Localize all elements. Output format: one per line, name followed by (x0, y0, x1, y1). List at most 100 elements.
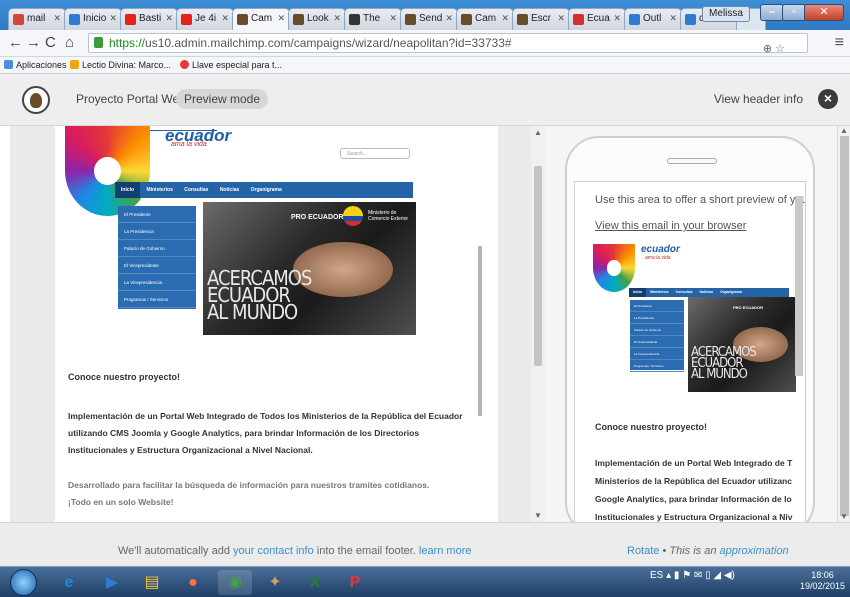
clock-time: 18:06 (811, 570, 834, 580)
tab-close-icon[interactable]: ✕ (165, 13, 173, 24)
side-menu-item: La Vicepresidencia (118, 274, 196, 291)
browser-tab[interactable]: Cam ✕ (232, 8, 290, 31)
reload-icon[interactable]: C (45, 35, 56, 51)
tab-favicon-icon (461, 14, 472, 25)
desktop-scrollbar[interactable]: ▲ ▼ (531, 126, 545, 522)
browser-tab[interactable]: mail ✕ (8, 8, 66, 30)
firefox-icon[interactable]: ● (176, 570, 210, 595)
home-icon[interactable]: ⌂ (65, 35, 74, 51)
nav-item: Inicio (629, 288, 647, 297)
scroll-down-icon[interactable]: ▼ (534, 511, 542, 520)
tab-label: Cam (251, 13, 273, 24)
tab-label: Outl (643, 13, 662, 24)
internet-explorer-icon[interactable]: e (52, 570, 86, 595)
learn-more-link[interactable]: learn more (419, 545, 472, 557)
contact-info-link[interactable]: your contact info (233, 545, 314, 557)
start-button[interactable] (10, 569, 37, 596)
file-explorer-icon[interactable]: ▤ (135, 570, 169, 595)
footer-text: into the email footer. (313, 545, 419, 557)
tab-close-icon[interactable]: ✕ (557, 13, 565, 24)
view-header-info-link[interactable]: View header info (714, 92, 803, 106)
browser-tab[interactable]: Ecua ✕ (568, 8, 626, 30)
tray-icons[interactable]: ▴ ▮ ⚑ ✉ ▯ ◢ ◀) (666, 570, 735, 581)
tab-favicon-icon (517, 14, 528, 25)
browser-tab[interactable]: Look ✕ (288, 8, 346, 30)
back-icon[interactable]: ← (8, 35, 23, 51)
email-paragraph-line: Ministerios de la República del Ecuador … (595, 476, 792, 486)
campaign-name: Proyecto Portal Web (76, 92, 186, 106)
bookmark-lectio[interactable]: Lectio Divina: Marco... (70, 57, 171, 73)
address-bar[interactable]: https://us10.admin.mailchimp.com/campaig… (88, 33, 808, 55)
clock[interactable]: 18:06 19/02/2015 (800, 570, 845, 592)
tab-close-icon[interactable]: ✕ (53, 13, 61, 24)
email-scrollbar[interactable] (478, 246, 482, 416)
close-window-button[interactable]: ✕ (804, 4, 844, 21)
browser-tab[interactable]: Basti ✕ (120, 8, 178, 30)
tab-favicon-icon (69, 14, 80, 25)
browser-tab[interactable]: Cam ✕ (456, 8, 514, 30)
tab-close-icon[interactable]: ✕ (109, 13, 117, 24)
nav-item: Organigrama (250, 187, 282, 193)
email-paragraph-line: Institucionales y Estructura Organizacio… (595, 512, 793, 522)
scroll-down-icon[interactable]: ▼ (840, 512, 848, 521)
banner-ministry: Ministerio de Comercio Exterior (368, 210, 409, 222)
scroll-up-icon[interactable]: ▲ (534, 128, 542, 137)
mobile-scrollbar[interactable] (795, 196, 803, 376)
tab-favicon-icon (685, 14, 696, 25)
browser-tab[interactable]: Je 4i ✕ (176, 8, 234, 30)
tab-close-icon[interactable]: ✕ (445, 13, 453, 24)
side-menu-item: El Presidente (630, 300, 684, 312)
excel-icon[interactable]: X (298, 570, 332, 595)
scrollbar-thumb[interactable] (840, 136, 849, 516)
rotate-link[interactable]: Rotate (627, 545, 659, 557)
tab-close-icon[interactable]: ✕ (333, 13, 341, 24)
nav-item: Ministerios (650, 290, 669, 294)
bookmark-llave[interactable]: Llave especial para t... (180, 57, 282, 73)
tab-close-icon[interactable]: ✕ (221, 13, 229, 24)
browser-tab[interactable]: The ✕ (344, 8, 402, 30)
apps-icon (4, 60, 13, 69)
scrollbar-thumb[interactable] (534, 166, 542, 366)
minimize-button[interactable]: – (760, 4, 784, 21)
tab-label: Send (419, 13, 443, 24)
media-player-icon[interactable]: ▶ (95, 570, 129, 595)
menu-icon[interactable]: ≡ (835, 34, 844, 52)
email-paragraph-3: ¡Todo en un solo Website! (68, 497, 174, 507)
approximation-link[interactable]: approximation (720, 545, 789, 557)
powerpoint-icon[interactable]: P (338, 570, 372, 595)
tab-close-icon[interactable]: ✕ (501, 13, 509, 24)
phone-frame: Use this area to offer a short preview o… (565, 136, 815, 541)
page-scrollbar[interactable]: ▲ ▼ (837, 126, 850, 522)
site-side-menu: El Presidente La Presidencia Palacio de … (630, 300, 684, 372)
banner-slogan: ACERCAMOS ECUADOR AL MUNDO (207, 268, 312, 322)
bookmark-label: Aplicaciones (16, 60, 67, 70)
tab-label: Inicio (83, 13, 107, 24)
tab-close-icon[interactable]: ✕ (613, 13, 621, 24)
maximize-button[interactable]: ▫ (782, 4, 806, 21)
bookmark-apps[interactable]: Aplicaciones (4, 57, 67, 73)
preheader-text: Use this area to offer a short preview o… (595, 194, 806, 206)
site-title: ecuador (641, 244, 680, 255)
browser-tab[interactable]: Outl ✕ (624, 8, 682, 30)
chrome-icon[interactable]: ◉ (218, 570, 252, 595)
forward-icon[interactable]: → (26, 35, 41, 51)
language-indicator[interactable]: ES (650, 570, 663, 581)
tab-close-icon[interactable]: ✕ (389, 13, 397, 24)
paint-icon[interactable]: ✦ (258, 570, 292, 595)
tab-close-icon[interactable]: ✕ (669, 13, 677, 24)
zoom-icon[interactable]: ⊕ ☆ (763, 40, 785, 58)
ecuador-logo-icon (593, 244, 635, 292)
banner-org: PRO ECUADOR (291, 214, 344, 221)
view-in-browser-link[interactable]: View this email in your browser (595, 220, 746, 232)
profile-button[interactable]: Melissa (702, 6, 750, 22)
mailchimp-logo-icon[interactable] (22, 86, 50, 114)
tab-label: Cam (475, 13, 497, 24)
tab-close-icon[interactable]: ✕ (277, 13, 285, 24)
browser-tab[interactable]: Send ✕ (400, 8, 458, 30)
browser-tab[interactable]: Escr ✕ (512, 8, 570, 30)
close-preview-button[interactable]: × (818, 89, 838, 109)
lock-icon (94, 37, 103, 48)
scroll-up-icon[interactable]: ▲ (840, 126, 848, 135)
browser-tab[interactable]: Inicio ✕ (64, 8, 122, 30)
url-path: us10.admin.mailchimp.com/campaigns/wizar… (145, 36, 512, 50)
